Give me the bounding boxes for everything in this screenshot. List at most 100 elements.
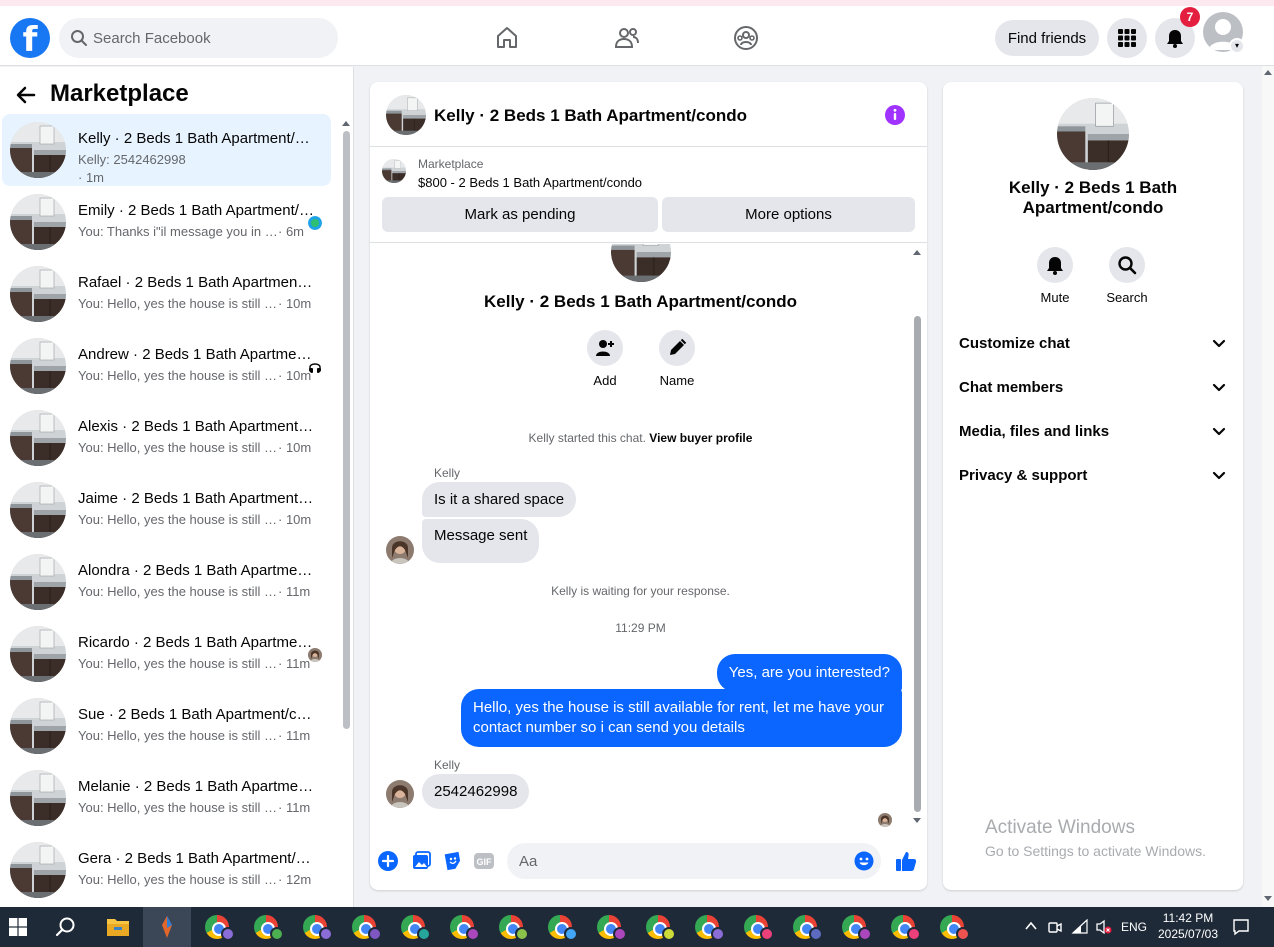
chat-header: Kelly · 2 Beds 1 Bath Apartment/condo xyxy=(370,82,927,147)
windows-start-icon[interactable] xyxy=(9,918,27,936)
bell-icon xyxy=(1167,30,1183,48)
info-avatar[interactable] xyxy=(1057,98,1129,170)
emoji-icon[interactable] xyxy=(854,851,874,871)
taskbar-search-icon[interactable] xyxy=(55,916,77,938)
info-section-chat-members[interactable]: Chat members xyxy=(943,368,1243,408)
conversation-item[interactable]: Sue · 2 Beds 1 Bath Apartment/condo You: … xyxy=(2,690,331,762)
incoming-message[interactable]: 2542462998 xyxy=(422,774,530,809)
conversation-item[interactable]: Alondra · 2 Beds 1 Bath Apartment/condo Y… xyxy=(2,546,331,618)
chrome-taskbar-icon[interactable] xyxy=(683,907,731,947)
chat-scroll-thumb[interactable] xyxy=(914,316,921,812)
chrome-taskbar-icon[interactable] xyxy=(438,907,486,947)
conversation-item[interactable]: Gera · 2 Beds 1 Bath Apartment/condo You:… xyxy=(2,834,331,906)
notification-center-icon[interactable] xyxy=(1232,918,1250,936)
scroll-up-arrow-icon[interactable] xyxy=(913,250,921,255)
network-icon[interactable] xyxy=(1071,919,1089,935)
language-indicator[interactable]: ENG xyxy=(1121,920,1147,947)
groups-icon[interactable] xyxy=(732,24,760,52)
conversation-name: Andrew · 2 Beds 1 Bath Apartment/condo xyxy=(78,346,314,363)
chrome-taskbar-icon[interactable] xyxy=(879,907,927,947)
search-input[interactable] xyxy=(93,18,323,58)
view-buyer-profile-link[interactable]: View buyer profile xyxy=(649,431,752,445)
info-section-media-files-and-links[interactable]: Media, files and links xyxy=(943,412,1243,452)
info-section-privacy-support[interactable]: Privacy & support xyxy=(943,456,1243,496)
chat-title[interactable]: Kelly · 2 Beds 1 Bath Apartment/condo xyxy=(434,106,747,126)
bell-icon xyxy=(1047,257,1063,275)
outgoing-message[interactable]: Yes, are you interested? xyxy=(716,654,902,692)
conversation-item[interactable]: Andrew · 2 Beds 1 Bath Apartment/condo Yo… xyxy=(2,330,331,402)
chrome-taskbar-icon[interactable] xyxy=(585,907,633,947)
message-input[interactable] xyxy=(519,843,839,879)
chrome-taskbar-icon[interactable] xyxy=(928,907,976,947)
scroll-up-arrow-icon[interactable] xyxy=(342,121,350,126)
plus-circle-icon[interactable] xyxy=(377,850,399,872)
chrome-taskbar-icon[interactable] xyxy=(634,907,682,947)
chrome-taskbar-icon[interactable] xyxy=(242,907,290,947)
message-field[interactable] xyxy=(507,843,881,879)
conversation-item[interactable]: Kelly · 2 Beds 1 Bath Apartment/condo Kel… xyxy=(2,114,331,186)
find-friends-button[interactable]: Find friends xyxy=(995,20,1099,56)
conversation-item[interactable]: Ricardo · 2 Beds 1 Bath Apartment/condo Y… xyxy=(2,618,331,690)
chrome-taskbar-icon[interactable] xyxy=(193,907,241,947)
scroll-up-arrow-icon[interactable] xyxy=(1264,70,1272,75)
conversation-preview: You: Hello, yes the house is still avail… xyxy=(78,656,278,671)
search-action[interactable]: Search xyxy=(1097,247,1157,305)
add-action[interactable]: Add xyxy=(575,330,635,388)
mark-pending-button[interactable]: Mark as pending xyxy=(382,197,658,232)
volume-muted-icon[interactable] xyxy=(1095,919,1113,935)
more-options-button[interactable]: More options xyxy=(662,197,915,232)
chrome-taskbar-icon[interactable] xyxy=(389,907,437,947)
incoming-message[interactable]: Message sent xyxy=(422,519,540,563)
thumbs-up-icon[interactable] xyxy=(894,849,918,873)
conversation-item[interactable]: Rafael · 2 Beds 1 Bath Apartment/condo Yo… xyxy=(2,258,331,330)
chrome-taskbar-icon[interactable] xyxy=(732,907,780,947)
meet-now-icon[interactable] xyxy=(1047,919,1063,935)
sidebar-scroll-thumb[interactable] xyxy=(343,131,350,729)
mute-action[interactable]: Mute xyxy=(1025,247,1085,305)
facebook-logo-icon[interactable]: f xyxy=(10,18,50,58)
sender-avatar[interactable] xyxy=(386,780,414,808)
info-section-customize-chat[interactable]: Customize chat xyxy=(943,324,1243,364)
sticker-icon[interactable] xyxy=(442,850,464,872)
sender-avatar[interactable] xyxy=(386,536,414,564)
chrome-taskbar-icon[interactable] xyxy=(781,907,829,947)
info-icon[interactable] xyxy=(884,104,906,126)
chrome-taskbar-icon[interactable] xyxy=(536,907,584,947)
chrome-taskbar-icon[interactable] xyxy=(291,907,339,947)
sidebar-scrollbar[interactable] xyxy=(341,117,351,907)
chrome-taskbar-icon[interactable] xyxy=(830,907,878,947)
menu-button[interactable] xyxy=(1107,18,1147,58)
system-clock[interactable]: 11:42 PM 2025/07/03 xyxy=(1148,910,1228,942)
listing-title[interactable]: $800 - 2 Beds 1 Bath Apartment/condo xyxy=(418,175,642,190)
conversation-item[interactable]: Emily · 2 Beds 1 Bath Apartment/condo You… xyxy=(2,186,331,258)
scroll-down-arrow-icon[interactable] xyxy=(1264,896,1272,901)
photo-icon[interactable] xyxy=(410,850,432,872)
conversation-avatar xyxy=(10,410,66,466)
back-arrow-icon[interactable] xyxy=(14,83,38,107)
conversation-item[interactable]: Alexis · 2 Beds 1 Bath Apartment/condo Yo… xyxy=(2,402,331,474)
conversation-avatar xyxy=(10,194,66,250)
incoming-message[interactable]: Is it a shared space xyxy=(422,482,577,517)
account-chevron-icon[interactable]: ▾ xyxy=(1229,38,1245,54)
conversation-time: · 11m xyxy=(278,656,311,671)
chevron-down-icon xyxy=(1212,471,1226,480)
search-box[interactable] xyxy=(59,18,338,58)
tray-expand-icon[interactable] xyxy=(1024,919,1038,947)
taskbar-app-pinned[interactable] xyxy=(143,907,191,947)
conversation-item[interactable]: Melanie · 2 Beds 1 Bath Apartment/condo Y… xyxy=(2,762,331,834)
chrome-taskbar-icon[interactable] xyxy=(340,907,388,947)
outgoing-message[interactable]: Hello, yes the house is still available … xyxy=(461,689,902,747)
home-icon[interactable] xyxy=(493,24,521,52)
chrome-taskbar-icon[interactable] xyxy=(487,907,535,947)
chat-avatar[interactable] xyxy=(386,95,426,135)
page-scrollbar[interactable] xyxy=(1262,66,1274,907)
scroll-down-arrow-icon[interactable] xyxy=(913,818,921,823)
listing-thumbnail[interactable] xyxy=(382,159,406,183)
friends-icon[interactable] xyxy=(613,24,641,52)
gif-icon[interactable]: GIF xyxy=(473,850,495,872)
conversation-preview: You: Hello, yes the house is still avail… xyxy=(78,368,278,383)
chat-scrollbar[interactable] xyxy=(912,244,924,830)
name-action[interactable]: Name xyxy=(647,330,707,388)
conversation-item[interactable]: Jaime · 2 Beds 1 Bath Apartment/condo You… xyxy=(2,474,331,546)
file-explorer-icon[interactable] xyxy=(106,916,130,938)
